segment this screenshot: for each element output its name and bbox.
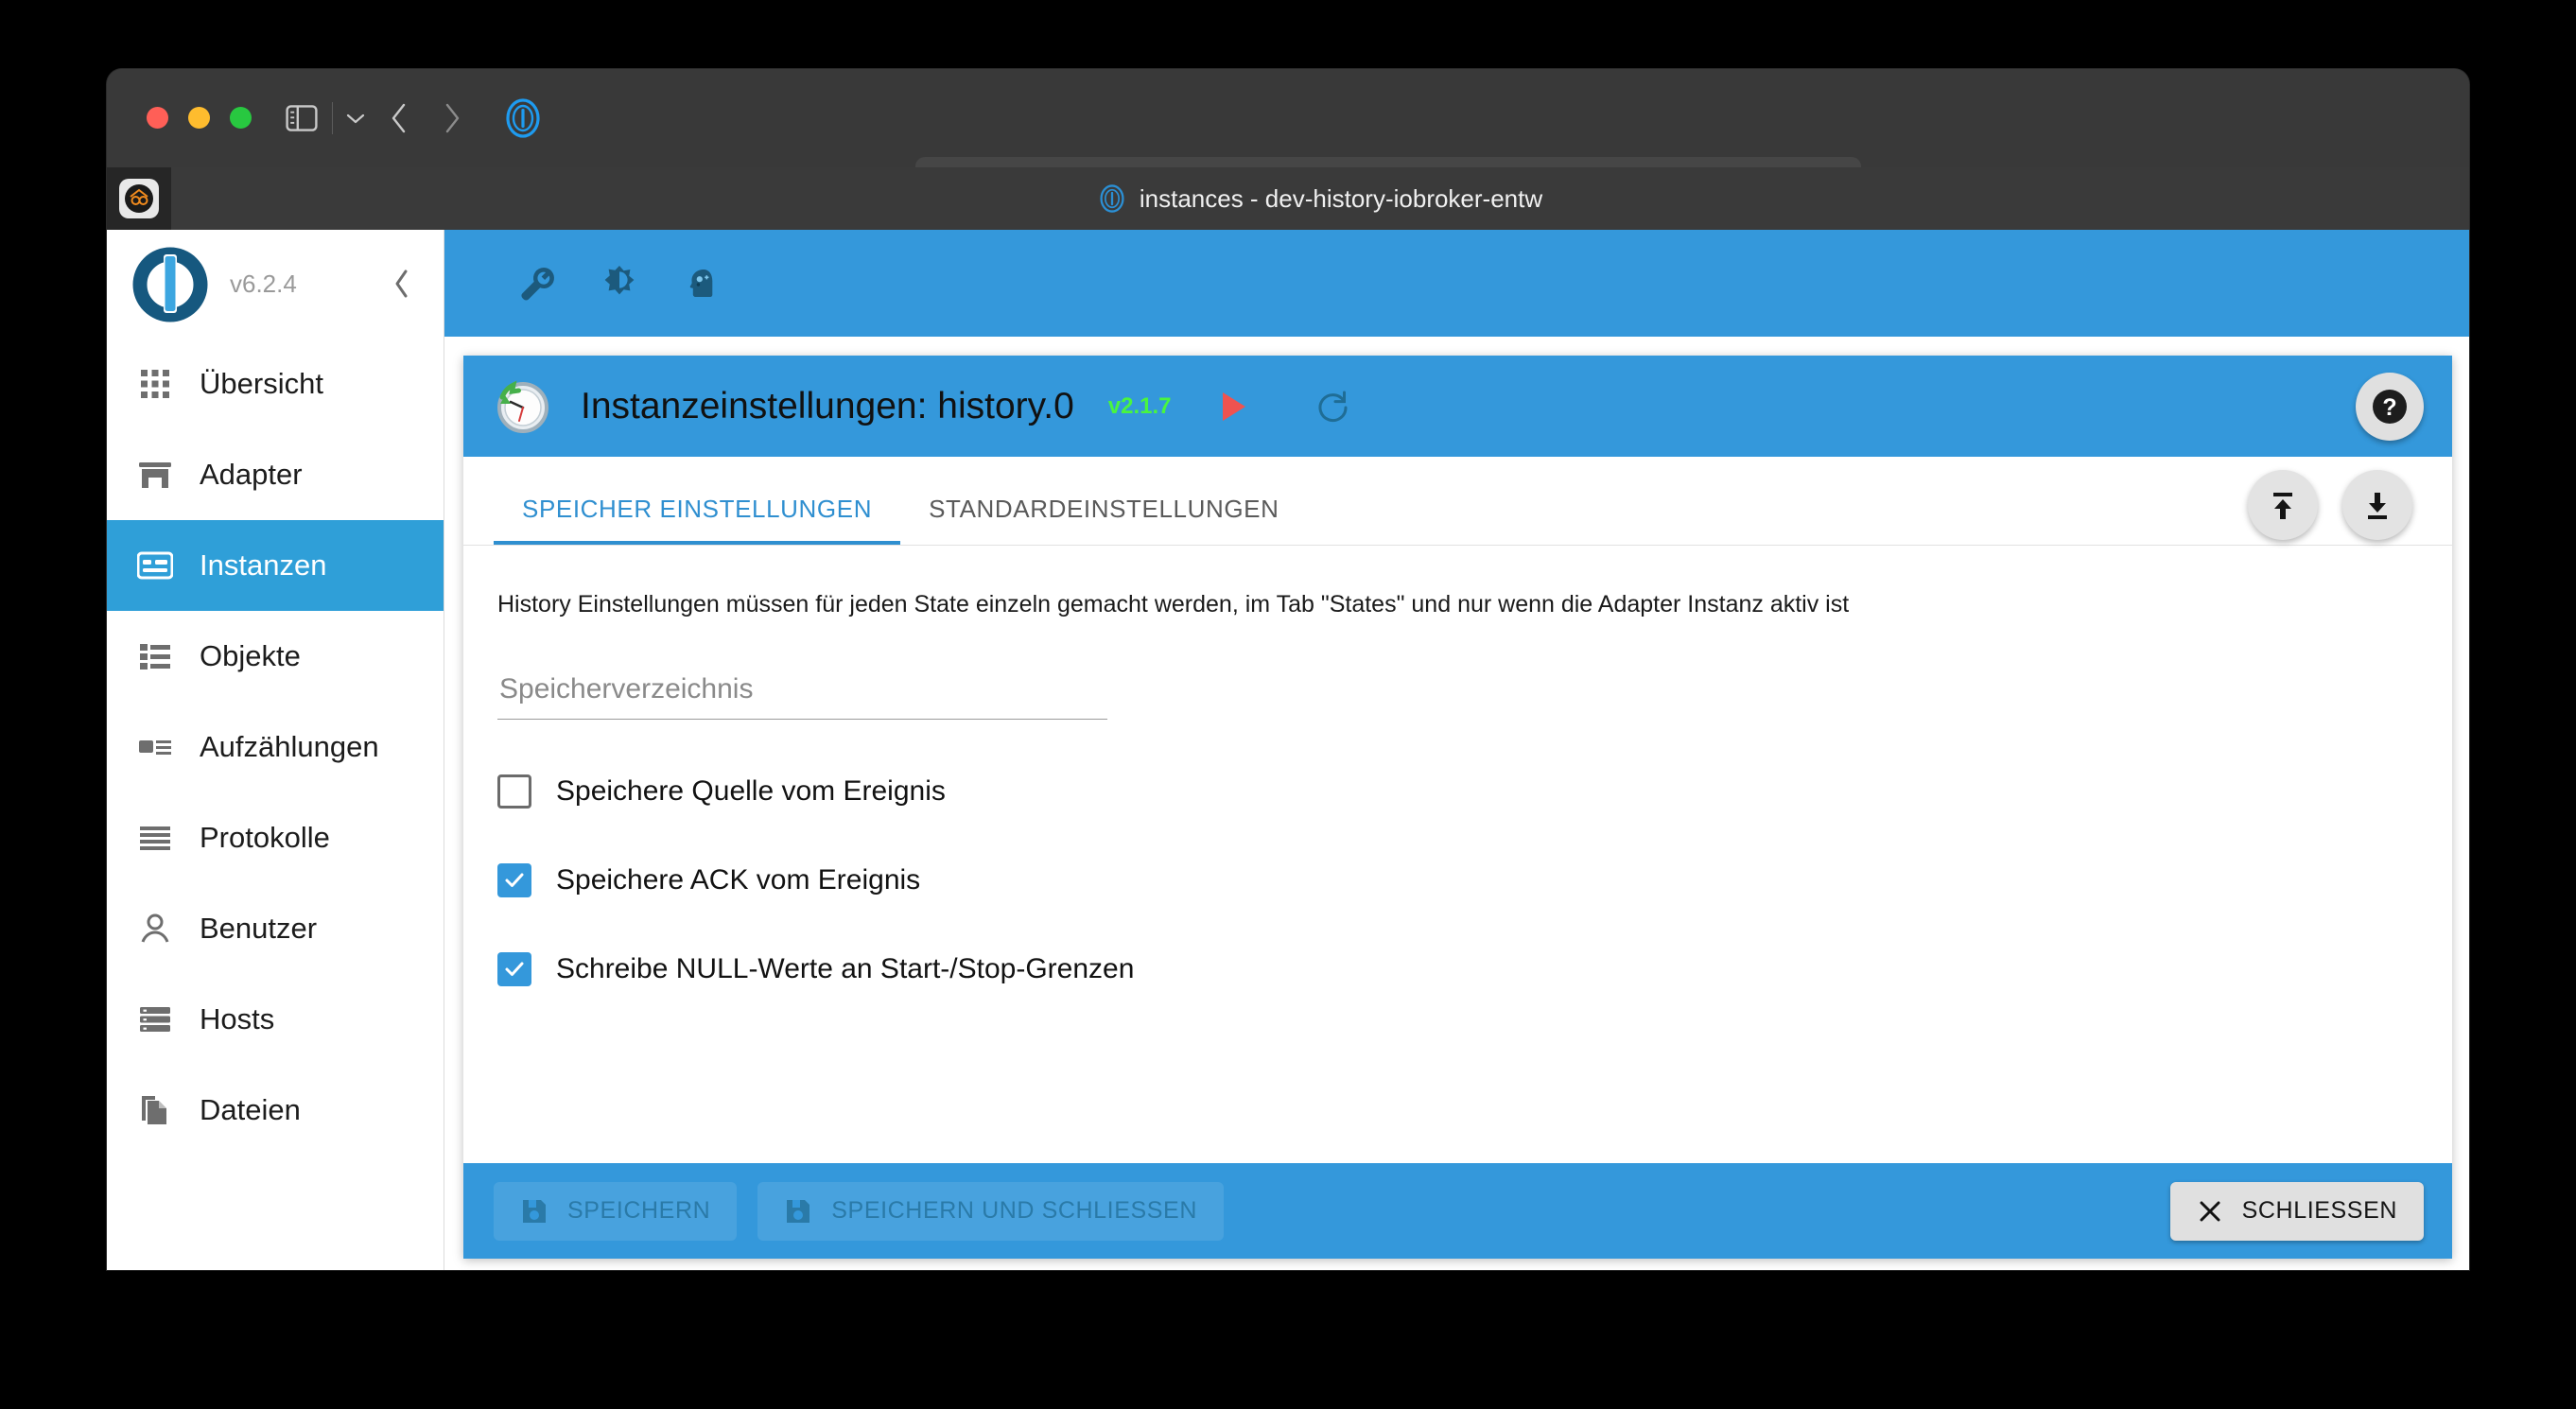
sidebar-item-label: Hosts [200, 1002, 275, 1035]
sidebar-item-instanzen[interactable]: Instanzen [107, 520, 444, 611]
clock-history-icon [497, 380, 548, 433]
close-button-label: SCHLIESSEN [2241, 1197, 2397, 1224]
checkbox-row-source[interactable]: Speichere Quelle vom Ereignis [497, 774, 2452, 809]
checkbox-checked-icon[interactable] [497, 863, 531, 897]
sidebar-item-label: Übersicht [200, 367, 323, 400]
sidebar-collapse-button[interactable] [392, 268, 411, 304]
checkbox-label: Schreibe NULL-Werte an Start-/Stop-Grenz… [556, 953, 1135, 984]
enum-icon [135, 727, 175, 767]
pinned-tab-favicon [119, 179, 159, 218]
window-controls[interactable] [147, 107, 252, 129]
logs-icon [135, 818, 175, 858]
divider [332, 102, 333, 134]
screen: 172.16.0.125:8081/#tab-instances/config/… [0, 0, 2576, 1409]
save-icon [523, 1199, 546, 1223]
instances-icon [135, 546, 175, 585]
apps-grid-icon [135, 364, 175, 404]
back-icon[interactable] [373, 96, 426, 141]
checkbox-unchecked-icon[interactable] [497, 774, 531, 809]
help-icon[interactable]: ? [2356, 373, 2424, 441]
app-viewport: v6.2.4 Übersicht Adapter Instanzen Objek… [107, 230, 2469, 1270]
tab-favicon-icon [1100, 184, 1124, 213]
maximize-window-button[interactable] [230, 107, 252, 129]
config-title: Instanzeinstellungen: history.0 [581, 385, 1074, 426]
sidebar-item-label: Instanzen [200, 548, 327, 582]
browser-window: 172.16.0.125:8081/#tab-instances/config/… [107, 69, 2469, 1270]
minimize-window-button[interactable] [188, 107, 210, 129]
config-fab-group [2248, 470, 2412, 540]
sidebar-version: v6.2.4 [230, 270, 297, 298]
main-content: Instanzeinstellungen: history.0 v2.1.7 ?… [444, 230, 2469, 1270]
sidebar-item-uebersicht[interactable]: Übersicht [107, 339, 444, 429]
import-icon[interactable] [2248, 470, 2318, 540]
export-icon[interactable] [2342, 470, 2412, 540]
sidebar-item-protokolle[interactable]: Protokolle [107, 792, 444, 883]
checkbox-label: Speichere ACK vom Ereignis [556, 864, 921, 896]
tab-speicher-einstellungen[interactable]: SPEICHER EINSTELLUNGEN [494, 495, 901, 545]
store-icon [135, 455, 175, 495]
tab-standardeinstellungen[interactable]: STANDARDEINSTELLUNGEN [900, 495, 1307, 545]
sidebar-item-dateien[interactable]: Dateien [107, 1065, 444, 1156]
storage-path-field-wrap [497, 673, 1107, 720]
config-footer: SPEICHERN SPEICHERN UND SCHLIESSEN SCHLI… [463, 1163, 2452, 1259]
close-button[interactable]: SCHLIESSEN [2169, 1181, 2424, 1241]
sidebar-item-label: Adapter [200, 458, 303, 491]
wrench-icon[interactable] [518, 264, 558, 304]
refresh-icon[interactable] [1315, 389, 1351, 425]
sidebar-header: v6.2.4 [107, 230, 444, 339]
config-body: History Einstellungen müssen für jeden S… [463, 546, 2452, 1163]
save-and-close-button[interactable]: SPEICHERN UND SCHLIESSEN [757, 1181, 1224, 1241]
checkbox-label: Speichere Quelle vom Ereignis [556, 775, 946, 807]
user-icon [135, 909, 175, 948]
config-tabs: SPEICHER EINSTELLUNGEN STANDARDEINSTELLU… [463, 457, 2452, 546]
app-sidebar: v6.2.4 Übersicht Adapter Instanzen Objek… [107, 230, 444, 1270]
files-icon [135, 1090, 175, 1130]
browser-titlebar: 172.16.0.125:8081/#tab-instances/config/… [107, 69, 2469, 210]
sidebar-item-label: Objekte [200, 639, 301, 672]
instance-config-card: Instanzeinstellungen: history.0 v2.1.7 ?… [463, 356, 2452, 1259]
sidebar-item-adapter[interactable]: Adapter [107, 429, 444, 520]
svg-text:?: ? [2382, 394, 2396, 421]
config-card-header: Instanzeinstellungen: history.0 v2.1.7 ? [463, 356, 2452, 457]
checkbox-checked-icon[interactable] [497, 952, 531, 986]
storage-path-input[interactable] [497, 673, 1107, 720]
close-icon [2200, 1201, 2220, 1221]
iobroker-logo [132, 247, 208, 322]
sidebar-item-label: Protokolle [200, 821, 330, 854]
sidebar-item-label: Dateien [200, 1093, 301, 1126]
tab-title: instances - dev-history-iobroker-entw [1139, 183, 1543, 213]
expert-mode-icon[interactable] [681, 264, 721, 304]
brightness-icon[interactable] [600, 264, 639, 304]
save-and-close-button-label: SPEICHERN UND SCHLIESSEN [831, 1197, 1197, 1224]
sidebar-toggle-icon[interactable] [277, 96, 326, 141]
sidebar-item-aufzaehlungen[interactable]: Aufzählungen [107, 702, 444, 792]
save-icon [787, 1199, 810, 1223]
config-version: v2.1.7 [1107, 392, 1172, 419]
chevron-down-icon[interactable] [339, 96, 373, 141]
list-icon [135, 636, 175, 676]
pinned-tab[interactable] [107, 167, 171, 230]
hosts-icon [135, 1000, 175, 1039]
checkbox-row-ack[interactable]: Speichere ACK vom Ereignis [497, 863, 2452, 897]
forward-icon[interactable] [426, 96, 479, 141]
save-button-label: SPEICHERN [567, 1197, 711, 1224]
sidebar-item-objekte[interactable]: Objekte [107, 611, 444, 702]
browser-tabstrip: instances - dev-history-iobroker-entw [107, 167, 2469, 230]
browser-nav-left [277, 96, 550, 141]
sidebar-item-benutzer[interactable]: Benutzer [107, 883, 444, 974]
app-toolbar [444, 230, 2469, 337]
sidebar-item-label: Aufzählungen [200, 730, 379, 763]
sidebar-item-hosts[interactable]: Hosts [107, 974, 444, 1065]
close-window-button[interactable] [147, 107, 168, 129]
sidebar-item-label: Benutzer [200, 912, 318, 945]
active-browser-tab[interactable]: instances - dev-history-iobroker-entw [171, 167, 2469, 230]
iobroker-favicon [496, 96, 550, 141]
save-button[interactable]: SPEICHERN [494, 1181, 738, 1241]
config-hint: History Einstellungen müssen für jeden S… [497, 591, 1850, 618]
play-icon[interactable] [1222, 391, 1245, 421]
checkbox-row-null-values[interactable]: Schreibe NULL-Werte an Start-/Stop-Grenz… [497, 952, 2452, 986]
